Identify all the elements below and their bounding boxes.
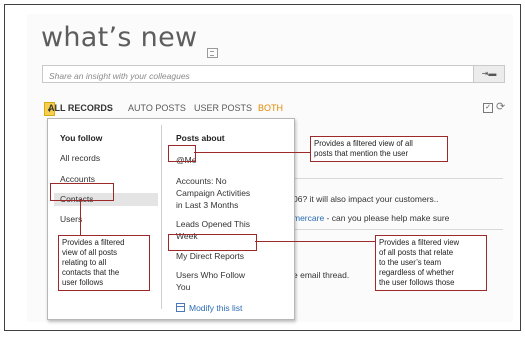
posts-item-line: You [176, 282, 191, 292]
post-icon: ⇥▬ [481, 69, 497, 78]
highlight-at-me [168, 145, 196, 162]
posts-item-my-direct-reports[interactable]: My Direct Reports [176, 250, 244, 263]
auto-posts-tab[interactable]: AUTO POSTS [128, 103, 186, 113]
callout-connector [80, 199, 81, 235]
callout-line: relating to all [62, 258, 107, 267]
annotation-frame: what’s new ⇥▬ ALL RECORDS ▾ AUTO POSTS U… [4, 4, 521, 331]
modify-list-icon [176, 303, 185, 312]
all-records-button[interactable]: ALL RECORDS ▾ [44, 102, 113, 116]
highlight-contacts [50, 183, 114, 201]
checkbox-icon[interactable]: ✓ [483, 103, 493, 113]
column-divider [161, 125, 162, 309]
callout-line: the user follows those [379, 278, 455, 287]
feed-link[interactable]: mercare [293, 213, 324, 223]
modify-list-link[interactable]: Modify this list [176, 302, 242, 315]
post-button[interactable]: ⇥▬ [473, 66, 504, 82]
callout-line: of all posts that relate [379, 248, 454, 257]
refresh-icon[interactable]: ⟳ [496, 100, 505, 113]
follow-item-users[interactable]: Users [60, 213, 82, 226]
callout-line: contacts that the [62, 268, 120, 277]
posts-about-heading: Posts about [176, 133, 225, 143]
callout-line: view of all posts [62, 248, 118, 257]
callout-line: user follows [62, 278, 104, 287]
insight-input[interactable] [43, 69, 429, 83]
title-edit-icon[interactable] [207, 48, 218, 58]
callout-line: Provides a filtered view of all [314, 139, 413, 148]
callout-reports: Provides a filtered view of all posts th… [375, 235, 487, 291]
modify-list-label: Modify this list [189, 303, 243, 313]
feed-divider [293, 178, 503, 179]
feed-text-1: 06? it will also impact your customers.. [293, 194, 439, 204]
highlight-direct-reports [168, 234, 257, 251]
all-records-label: ALL RECORDS [48, 103, 113, 113]
callout-mention: Provides a filtered view of all posts th… [310, 136, 448, 162]
callout-line: to the user’s team [379, 258, 442, 267]
callout-line: regardless of whether [379, 268, 454, 277]
callout-connector [255, 241, 375, 242]
posts-item-line: in Last 3 Months [176, 200, 239, 210]
callout-line: posts that mention the user [314, 149, 409, 158]
insight-box: ⇥▬ [42, 65, 505, 83]
callout-connector [194, 152, 310, 153]
feed-text-3: e email thread. [293, 270, 350, 280]
both-tab[interactable]: BOTH [258, 103, 283, 113]
you-follow-heading: You follow [60, 133, 103, 143]
feed-text-2-rest: - can you please help make sure [324, 213, 450, 223]
feed-divider [293, 229, 503, 230]
callout-line: Provides a filtered view [379, 238, 460, 247]
user-posts-tab[interactable]: USER POSTS [194, 103, 252, 113]
callout-contacts: Provides a filtered view of all posts re… [58, 235, 150, 291]
callout-line: Provides a filtered [62, 238, 125, 247]
feed-text-2: mercare - can you please help make sure [293, 213, 449, 223]
follow-item-all-records[interactable]: All records [60, 152, 100, 165]
page-title: what’s new [41, 22, 198, 53]
